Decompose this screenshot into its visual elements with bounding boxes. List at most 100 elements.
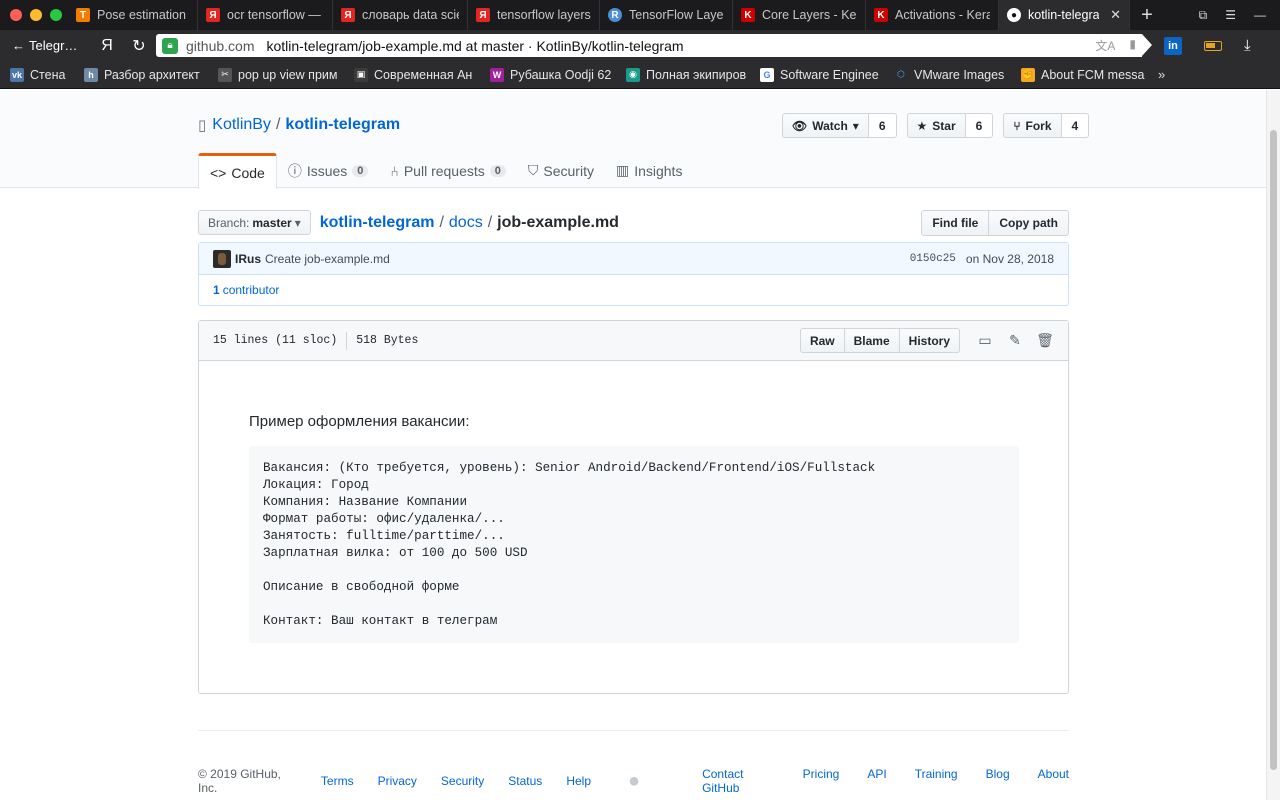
- watch-count[interactable]: 6: [868, 113, 897, 138]
- footer-link-privacy[interactable]: Privacy: [378, 774, 417, 788]
- tab-pull-requests[interactable]: ⑃ Pull requests 0: [379, 153, 516, 188]
- fist-icon: ✊: [1021, 67, 1035, 82]
- history-button[interactable]: History: [899, 328, 960, 353]
- address-bar[interactable]: 🔒︎ github.com kotlin-telegram/job-exampl…: [156, 34, 1152, 57]
- pencil-icon[interactable]: ✎: [1006, 332, 1024, 349]
- pulls-counter: 0: [489, 164, 506, 177]
- bookmarks-overflow-button[interactable]: »: [1158, 67, 1165, 82]
- bookmark-item[interactable]: G Software Enginee: [760, 67, 882, 82]
- footer-link-blog[interactable]: Blog: [986, 767, 1010, 795]
- footer-link-training[interactable]: Training: [915, 767, 958, 795]
- reload-icon[interactable]: ↻: [122, 36, 156, 56]
- scrollbar-thumb[interactable]: [1270, 130, 1277, 770]
- file-navigation: Branch: master ▾ kotlin-telegram / docs …: [198, 209, 1069, 236]
- close-window-button[interactable]: [10, 9, 22, 21]
- footer-link-security[interactable]: Security: [441, 774, 484, 788]
- bookmark-item[interactable]: W Рубашка Oodji 62: [490, 67, 614, 82]
- new-tab-button[interactable]: +: [1130, 4, 1164, 27]
- translate-icon[interactable]: 文A: [1095, 37, 1115, 54]
- blame-button[interactable]: Blame: [844, 328, 900, 353]
- bookmark-item[interactable]: ▣ Современная Ан: [354, 67, 478, 82]
- store-icon: ◉: [626, 67, 640, 82]
- commit-author-link[interactable]: IRus: [235, 252, 261, 266]
- minimize-window-button[interactable]: [30, 9, 42, 21]
- footer-link-contact[interactable]: Contact GitHub: [702, 767, 775, 795]
- footer-link-terms[interactable]: Terms: [321, 774, 354, 788]
- trash-icon[interactable]: 🗑︎: [1036, 332, 1054, 349]
- contributors-link[interactable]: 1 contributor: [213, 283, 279, 297]
- repo-owner-link[interactable]: KotlinBy: [212, 116, 271, 134]
- contributors-row: 1 contributor: [199, 275, 1068, 305]
- footer-copyright: © 2019 GitHub, Inc.: [198, 767, 281, 795]
- commit-message-link[interactable]: Create job-example.md: [265, 252, 390, 266]
- bookmark-item[interactable]: ◉ Полная экипиров: [626, 67, 748, 82]
- page-scrollbar[interactable]: [1266, 90, 1280, 800]
- zoom-window-button[interactable]: [50, 9, 62, 21]
- footer-link-api[interactable]: API: [867, 767, 886, 795]
- copy-path-button[interactable]: Copy path: [989, 209, 1069, 236]
- branch-select-button[interactable]: Branch: master ▾: [198, 210, 311, 235]
- browser-tab[interactable]: Яtensorflow layers: [468, 0, 600, 30]
- footer-right-links: Contact GitHub Pricing API Training Blog…: [702, 767, 1069, 795]
- star-count[interactable]: 6: [965, 113, 994, 138]
- find-file-button[interactable]: Find file: [921, 209, 990, 236]
- window-controls: [0, 9, 68, 21]
- footer-link-about[interactable]: About: [1038, 767, 1069, 795]
- tab-insights[interactable]: ▥ Insights: [605, 153, 693, 188]
- browser-tab[interactable]: Ясловарь data scie: [333, 0, 468, 30]
- fork-icon: ⑂: [1013, 118, 1021, 133]
- footer-link-pricing[interactable]: Pricing: [803, 767, 840, 795]
- tab-favicon: Я: [476, 8, 490, 22]
- issues-counter: 0: [352, 164, 369, 177]
- bookmark-item[interactable]: h Разбор архитект: [84, 67, 206, 82]
- bookmark-icon[interactable]: ▮: [1129, 37, 1136, 54]
- github-mark-icon[interactable]: ●: [628, 770, 640, 793]
- repo-name-link[interactable]: kotlin-telegram: [285, 116, 400, 134]
- hamburger-menu-icon[interactable]: ☰: [1225, 8, 1236, 22]
- bookmark-item[interactable]: vk Стена: [10, 67, 72, 82]
- tabs-overview-icon[interactable]: ⧉: [1199, 8, 1208, 23]
- back-button[interactable]: ← Telegr…: [0, 38, 92, 53]
- path-separator: /: [439, 213, 444, 231]
- url-page-title: kotlin-telegram/job-example.md at master…: [266, 37, 684, 54]
- commit-sha-link[interactable]: 0150c25: [910, 253, 956, 265]
- branch-value: master: [252, 215, 292, 230]
- fork-button[interactable]: ⑂ Fork: [1003, 113, 1062, 138]
- breadcrumb-root-link[interactable]: kotlin-telegram: [320, 214, 435, 232]
- tab-security[interactable]: ⛉ Security: [517, 153, 605, 188]
- star-button[interactable]: ★ Star: [906, 113, 966, 138]
- back-label: Telegr…: [29, 38, 78, 53]
- browser-tab-active[interactable]: ● kotlin-telegram ✕: [999, 0, 1130, 30]
- browser-tab[interactable]: K Activations - Kera: [866, 0, 999, 30]
- bookmark-item[interactable]: ⬡ VMware Images: [894, 68, 1009, 82]
- download-icon[interactable]: ⤓: [1244, 37, 1251, 54]
- breadcrumb-docs-link[interactable]: docs: [449, 214, 483, 232]
- close-tab-icon[interactable]: ✕: [1110, 7, 1121, 23]
- footer-link-status[interactable]: Status: [508, 774, 542, 788]
- bookmark-item[interactable]: ✊ About FCM messa: [1021, 67, 1146, 82]
- browser-tab[interactable]: Яocr tensorflow —: [198, 0, 333, 30]
- extensions-area: in ⤓: [1142, 36, 1251, 55]
- bookmark-item[interactable]: ✂ pop up view прим: [218, 67, 342, 82]
- tab-bar-actions: ⧉ ☰ —: [1185, 8, 1280, 23]
- bookmark-label: pop up view прим: [238, 67, 338, 82]
- avatar[interactable]: [213, 249, 231, 268]
- tab-favicon: K: [741, 8, 755, 22]
- browser-tab[interactable]: K Core Layers - Ker: [733, 0, 866, 30]
- repo-header: ▯ KotlinBy / kotlin-telegram 👁︎ Watch ▾ 6 …: [0, 90, 1266, 189]
- browser-tab[interactable]: T Pose estimation: [68, 0, 198, 30]
- raw-button[interactable]: Raw: [799, 328, 845, 353]
- browser-tab[interactable]: R TensorFlow Layer: [600, 0, 733, 30]
- watch-button[interactable]: 👁︎ Watch ▾: [782, 113, 869, 138]
- repo-title: ▯ KotlinBy / kotlin-telegram: [198, 116, 400, 134]
- fork-count[interactable]: 4: [1061, 113, 1090, 138]
- battery-icon[interactable]: [1204, 40, 1222, 51]
- linkedin-extension-icon[interactable]: in: [1164, 36, 1182, 55]
- tab-code[interactable]: <> Code: [198, 153, 277, 189]
- desktop-icon[interactable]: ▭: [976, 332, 994, 349]
- yandex-logo-button[interactable]: Я: [92, 37, 122, 55]
- tab-issues[interactable]: ⓘ Issues 0: [277, 153, 380, 188]
- wildberries-icon: W: [490, 67, 504, 82]
- minimize-icon[interactable]: —: [1254, 8, 1266, 22]
- footer-link-help[interactable]: Help: [566, 774, 591, 788]
